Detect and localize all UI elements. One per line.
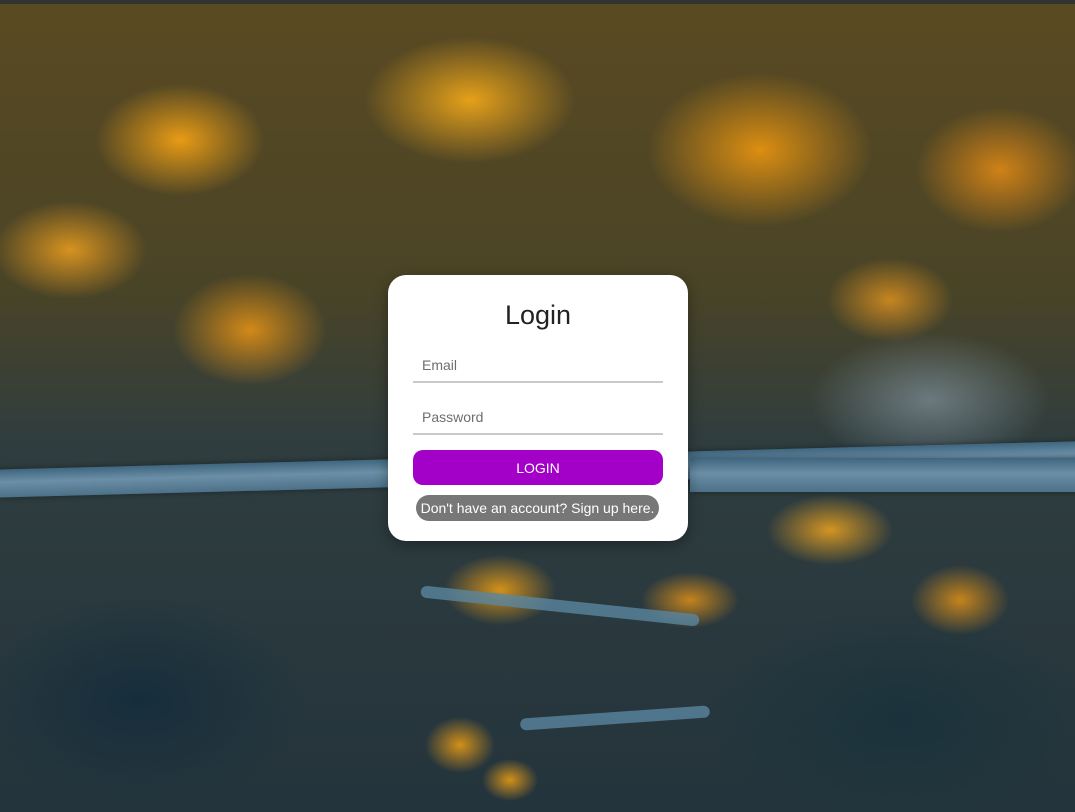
signup-link[interactable]: Don't have an account? Sign up here. <box>416 495 659 521</box>
login-title: Login <box>504 300 572 330</box>
login-button[interactable]: LOGIN <box>413 450 663 485</box>
password-input[interactable] <box>413 401 663 435</box>
email-input[interactable] <box>413 349 663 383</box>
login-card: Login LOGIN Don't have an account? Sign … <box>388 275 688 541</box>
background-highway-right <box>690 458 1075 492</box>
top-border <box>0 0 1075 4</box>
login-page: Login LOGIN Don't have an account? Sign … <box>0 0 1075 812</box>
